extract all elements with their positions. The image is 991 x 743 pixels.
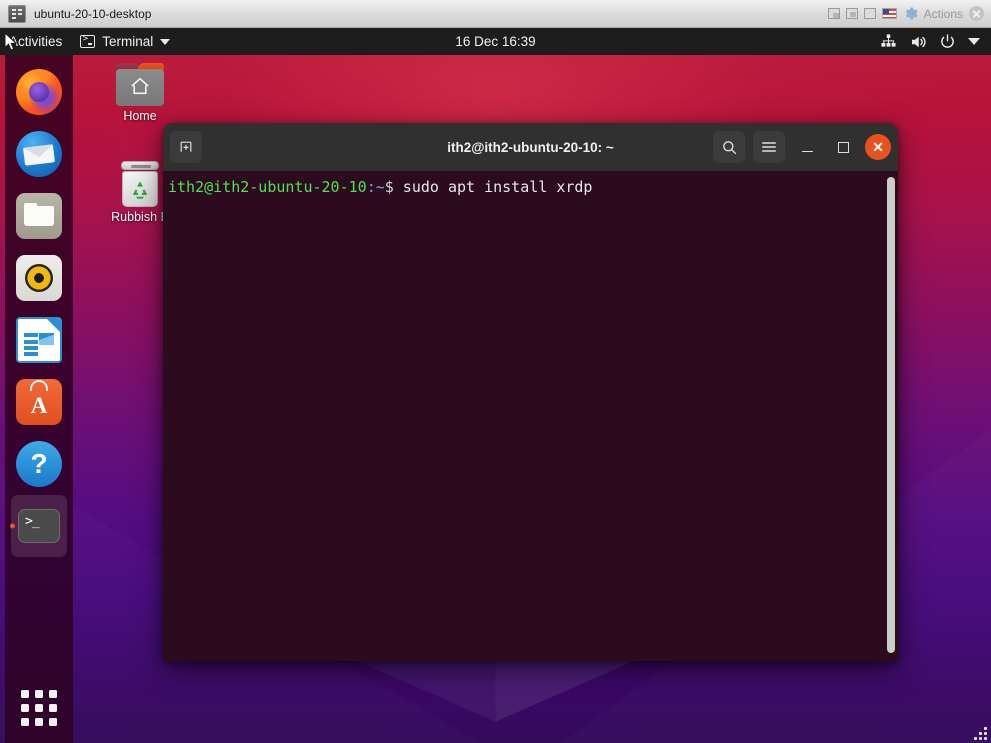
show-applications-button[interactable] — [18, 687, 60, 729]
grid-dot — [49, 690, 57, 698]
minimize-button[interactable] — [793, 133, 821, 161]
search-button[interactable] — [713, 131, 745, 163]
grid-dot — [35, 704, 43, 712]
dock-item-thunderbird[interactable] — [11, 123, 67, 185]
hamburger-menu-button[interactable] — [753, 131, 785, 163]
prompt-path: ~ — [375, 178, 385, 196]
rhythmbox-icon — [16, 255, 62, 301]
network-wired-icon[interactable] — [880, 33, 897, 50]
new-tab-button[interactable] — [170, 131, 202, 163]
grid-dot — [21, 718, 29, 726]
dock-item-firefox[interactable] — [11, 61, 67, 123]
dock-item-help[interactable]: ? — [11, 433, 67, 495]
grid-dot — [21, 704, 29, 712]
terminal-titlebar-controls: ✕ — [713, 131, 891, 163]
maximize-button[interactable] — [829, 133, 857, 161]
vm-titlebar-controls: Actions — [827, 6, 991, 21]
vm-close-button[interactable] — [969, 6, 984, 21]
prompt-user-host: ith2@ith2-ubuntu-20-10 — [168, 178, 367, 196]
firefox-icon — [16, 69, 62, 115]
running-indicator-dot — [10, 523, 15, 529]
vm-window-title: ubuntu-20-10-desktop — [34, 6, 152, 21]
terminal-icon — [80, 34, 96, 48]
thunderbird-icon — [16, 131, 62, 177]
clock-label: 16 Dec 16:39 — [455, 34, 536, 49]
chevron-down-icon[interactable] — [968, 38, 980, 45]
dock-item-terminal[interactable]: >_ — [10, 495, 67, 557]
window-resize-grip[interactable] — [971, 724, 987, 740]
grid-dot — [49, 718, 57, 726]
vm-titlebar-left: ubuntu-20-10-desktop — [0, 4, 152, 23]
dock-item-impress[interactable] — [11, 309, 67, 371]
terminal-scrollbar-thumb[interactable] — [887, 177, 895, 653]
grid-dot — [21, 690, 29, 698]
dock-item-rhythmbox[interactable] — [11, 247, 67, 309]
libreoffice-impress-icon — [16, 317, 62, 363]
app-menu-label: Terminal — [102, 34, 154, 49]
prompt-symbol: $ — [384, 178, 394, 196]
ubuntu-software-icon: A — [16, 379, 62, 425]
screen: ubuntu-20-10-desktop Actions Activities … — [0, 0, 991, 743]
vm-actions-label[interactable]: Actions — [924, 7, 963, 21]
terminal-window: ith2@ith2-ubuntu-20-10: ~ ✕ ith2@ith2-ub… — [163, 123, 898, 661]
vm-window-titlebar: ubuntu-20-10-desktop Actions — [0, 0, 991, 28]
app-menu-terminal[interactable]: Terminal — [80, 34, 171, 49]
vm-maximize-button[interactable] — [863, 8, 876, 19]
home-folder-icon — [116, 63, 164, 106]
vm-app-icon — [8, 4, 26, 23]
volume-icon[interactable] — [909, 33, 927, 51]
power-icon[interactable] — [939, 33, 956, 50]
desktop-icon-label: Home — [123, 109, 157, 123]
terminal-command: sudo apt install xrdp — [393, 178, 593, 196]
gnome-top-bar: Activities Terminal 16 Dec 16:39 — [0, 28, 991, 55]
grid-dot — [35, 690, 43, 698]
dock-item-files[interactable] — [11, 185, 67, 247]
close-button[interactable]: ✕ — [865, 134, 891, 160]
vm-restore-button[interactable] — [827, 8, 840, 19]
gear-icon[interactable] — [903, 6, 918, 21]
help-icon: ? — [16, 441, 62, 487]
activities-button[interactable]: Activities — [0, 28, 72, 55]
files-icon — [16, 193, 62, 239]
terminal-body[interactable]: ith2@ith2-ubuntu-20-10:~$ sudo apt insta… — [163, 171, 898, 661]
grid-dot — [49, 704, 57, 712]
terminal-icon: >_ — [18, 509, 60, 543]
prompt-colon: : — [366, 178, 376, 196]
dock-item-ubuntu-software[interactable]: A — [11, 371, 67, 433]
terminal-prompt-line: ith2@ith2-ubuntu-20-10:~$ sudo apt insta… — [165, 177, 898, 197]
rubbish-bin-icon — [120, 161, 160, 207]
chevron-down-icon — [160, 38, 171, 45]
terminal-scrollbar[interactable] — [887, 177, 895, 653]
desktop-icon-label: Rubbish B — [111, 210, 169, 224]
vm-minimize-button[interactable] — [845, 8, 858, 19]
us-flag-icon[interactable] — [881, 8, 897, 19]
desktop-icon-home[interactable]: Home — [97, 63, 183, 123]
ubuntu-dock: A ? >_ — [5, 55, 73, 743]
terminal-titlebar[interactable]: ith2@ith2-ubuntu-20-10: ~ ✕ — [163, 123, 898, 171]
desktop: Home Rubbish B A ? >_ ith2@ith2-ubuntu-2… — [0, 55, 991, 743]
system-tray[interactable] — [880, 33, 991, 51]
grid-dot — [35, 718, 43, 726]
